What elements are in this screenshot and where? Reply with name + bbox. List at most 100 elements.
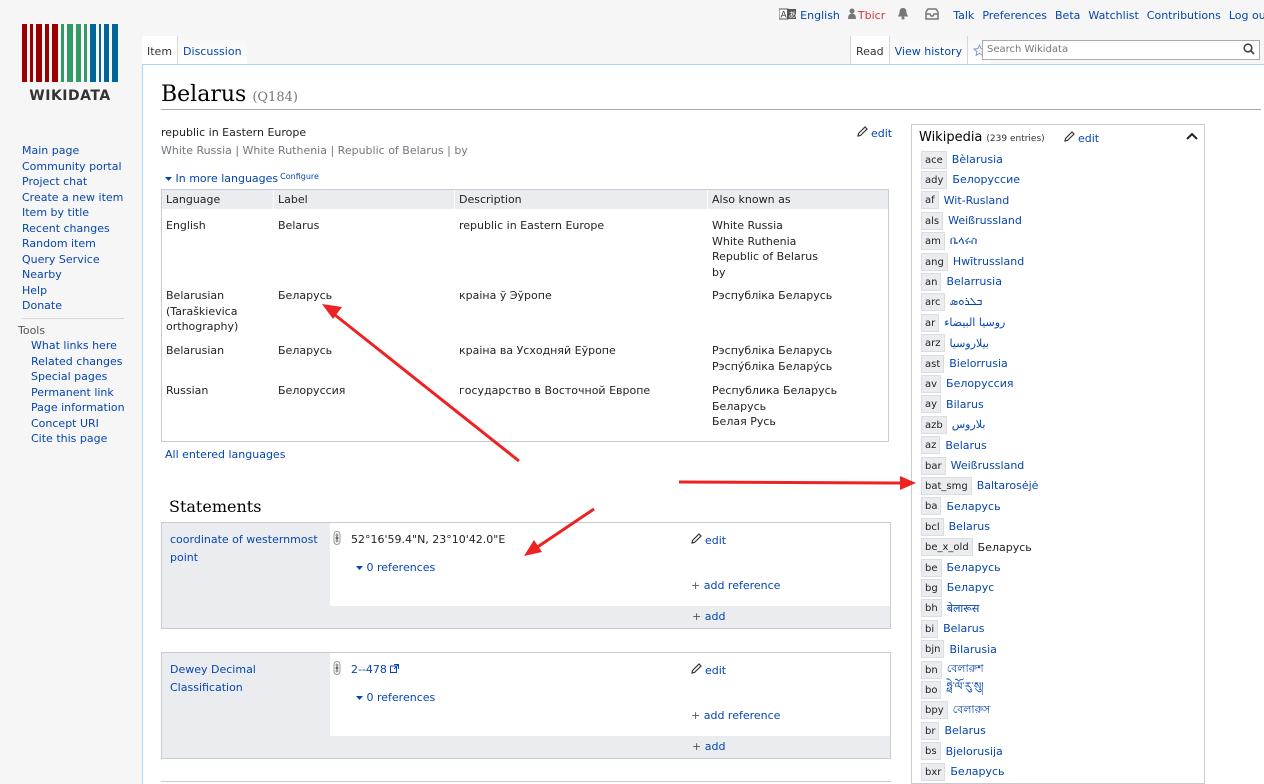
- row-aliases[interactable]: Рэспубліка Беларусь Рэспу́бліка Белару́сь: [712, 343, 887, 374]
- tools-item-what-links-here[interactable]: What links here: [31, 338, 125, 354]
- sidebar-item-main-page[interactable]: Main page: [22, 143, 126, 159]
- row-label[interactable]: Belarus: [278, 218, 453, 234]
- sitelink-title-link[interactable]: Bjelorusija: [946, 745, 1003, 758]
- row-description[interactable]: republic in Eastern Europe: [459, 218, 709, 234]
- row-aliases[interactable]: Рэспубліка Беларусь: [712, 288, 887, 304]
- sidebar-item-project-chat[interactable]: Project chat: [22, 174, 126, 190]
- add-statement-value-button[interactable]: + add: [692, 610, 725, 623]
- language-link[interactable]: English: [800, 9, 840, 22]
- beta-link[interactable]: Beta: [1055, 9, 1080, 22]
- sitelink-title-link[interactable]: Belarus: [949, 520, 990, 533]
- tools-item-concept-uri[interactable]: Concept URI: [31, 416, 125, 432]
- sidebar-item-recent-changes[interactable]: Recent changes: [22, 221, 126, 237]
- rank-selector-icon[interactable]: [333, 531, 341, 545]
- sitelink-title-link[interactable]: Bèlarusia: [952, 153, 1003, 166]
- sidebar-item-donate[interactable]: Donate: [22, 298, 126, 314]
- sitelink-title-link[interactable]: Weißrussland: [951, 459, 1025, 472]
- row-label[interactable]: Белоруссия: [278, 383, 453, 399]
- row-description[interactable]: государство в Восточной Европе: [459, 383, 709, 399]
- tools-item-special-pages[interactable]: Special pages: [31, 369, 125, 385]
- sitelink-title-link[interactable]: Belarus: [945, 439, 986, 452]
- language-icon[interactable]: Aあ: [778, 8, 797, 23]
- sitelinks-heading: Wikipedia (239 entries): [919, 130, 1045, 145]
- search-icon[interactable]: [1243, 43, 1255, 55]
- user-link[interactable]: Tbicr: [858, 9, 885, 22]
- sitelink-title-link[interactable]: Белоруссия: [946, 377, 1013, 390]
- sitelink-title-link[interactable]: Weißrussland: [948, 214, 1022, 227]
- all-entered-languages-link[interactable]: All entered languages: [165, 448, 285, 461]
- row-label[interactable]: Беларусь: [278, 343, 453, 359]
- sitelink-title-link[interactable]: Беларусь: [947, 561, 1001, 574]
- sitelink-title-link[interactable]: बेलारूस: [947, 601, 980, 616]
- references-toggle[interactable]: 0 references: [356, 691, 435, 704]
- add-reference-button[interactable]: + add reference: [691, 709, 780, 722]
- sitelink-title-link[interactable]: Belarus: [944, 724, 985, 737]
- sitelink-title-link[interactable]: ቤላሩስ: [950, 234, 977, 248]
- statement-property-link[interactable]: coordinate of westernmost point: [170, 531, 328, 567]
- row-aliases[interactable]: Республика Беларусь Беларусь Белая Русь: [712, 383, 887, 430]
- sitelink-title-link[interactable]: روسيا البيضاء: [944, 316, 1005, 329]
- sitelink-title-link[interactable]: Беларусь: [950, 765, 1004, 778]
- sidebar-item-item-by-title[interactable]: Item by title: [22, 205, 126, 221]
- tab-read[interactable]: Read: [850, 36, 889, 64]
- tab-item[interactable]: Item: [142, 36, 178, 64]
- collapse-chevron-up-icon[interactable]: [1186, 131, 1198, 141]
- fingerprint-edit-button[interactable]: edit: [857, 126, 892, 140]
- sitelink-title-link[interactable]: Bilarus: [946, 398, 984, 411]
- add-statement-value-button[interactable]: + add: [692, 740, 725, 753]
- row-aliases[interactable]: White Russia White Ruthenia Republic of Be…: [712, 218, 887, 280]
- statement-edit-button[interactable]: edit: [691, 533, 726, 547]
- sitelink-title-link[interactable]: Belarrusia: [946, 275, 1001, 288]
- sidebar-item-community-portal[interactable]: Community portal: [22, 159, 126, 175]
- sidebar-item-help[interactable]: Help: [22, 283, 126, 299]
- preferences-link[interactable]: Preferences: [982, 9, 1047, 22]
- sitelink-title-link[interactable]: Белоруссие: [952, 173, 1020, 186]
- statement-edit-button[interactable]: edit: [691, 663, 726, 677]
- sitelink-item: be Беларусь: [921, 558, 1001, 577]
- sidebar-item-query-service[interactable]: Query Service: [22, 252, 126, 268]
- sitelink-title-link[interactable]: Belarus: [943, 622, 984, 635]
- rank-selector-icon[interactable]: [333, 661, 341, 675]
- tab-discussion[interactable]: Discussion: [177, 36, 247, 64]
- statement-value[interactable]: 52°16'59.4"N, 23°10'42.0"E: [351, 533, 505, 546]
- row-label[interactable]: Беларусь: [278, 288, 453, 304]
- sitelink-title-link[interactable]: Bielorrusia: [949, 357, 1008, 370]
- statement-value[interactable]: 2--478: [351, 663, 400, 676]
- talk-link[interactable]: Talk: [953, 9, 974, 22]
- row-description[interactable]: краіна ва Усходняй Еўропе: [459, 343, 709, 359]
- references-toggle[interactable]: 0 references: [356, 561, 435, 574]
- sitelink-title-link[interactable]: Беларусь: [946, 500, 1000, 513]
- logout-link[interactable]: Log out: [1229, 9, 1264, 22]
- contributions-link[interactable]: Contributions: [1147, 9, 1221, 22]
- search-input[interactable]: Search Wikidata: [982, 40, 1260, 60]
- sitelink-title-link[interactable]: Беларус: [947, 581, 995, 594]
- watchlist-link[interactable]: Watchlist: [1088, 9, 1138, 22]
- wikidata-logo[interactable]: WIKIDATA: [22, 24, 119, 106]
- sitelinks-edit-button[interactable]: edit: [1064, 131, 1099, 145]
- add-reference-button[interactable]: + add reference: [691, 579, 780, 592]
- sidebar-item-create-new-item[interactable]: Create a new item: [22, 190, 126, 206]
- notifications-bell-icon[interactable]: [897, 7, 909, 23]
- tab-view-history[interactable]: View history: [888, 36, 968, 64]
- statement-property-link[interactable]: Dewey Decimal Classification: [170, 661, 328, 697]
- tools-item-related-changes[interactable]: Related changes: [31, 354, 125, 370]
- sitelink-title-link[interactable]: بلاروس: [952, 418, 986, 431]
- row-description[interactable]: краіна ў Эўропе: [459, 288, 709, 304]
- sitelink-title-link[interactable]: Беларусь: [978, 541, 1032, 554]
- tools-item-page-information[interactable]: Page information: [31, 400, 125, 416]
- sitelink-title-link[interactable]: বেলারুস: [953, 701, 991, 720]
- sitelink-title-link[interactable]: Bilarusia: [949, 643, 996, 656]
- sitelink-title-link[interactable]: Baltarosėjė: [977, 479, 1039, 492]
- sitelink-title-link[interactable]: Wit-Rusland: [944, 194, 1010, 207]
- sidebar-item-random-item[interactable]: Random item: [22, 236, 126, 252]
- sidebar-item-nearby[interactable]: Nearby: [22, 267, 126, 283]
- tools-item-cite-this-page[interactable]: Cite this page: [31, 431, 125, 447]
- notifications-tray-icon[interactable]: [925, 7, 939, 23]
- configure-link[interactable]: Configure: [280, 172, 319, 181]
- sitelink-title-link[interactable]: بيلاروسيا: [950, 337, 989, 350]
- tools-item-permanent-link[interactable]: Permanent link: [31, 385, 125, 401]
- more-languages-toggle[interactable]: In more languages Configure: [165, 172, 319, 185]
- sitelink-item: bpy বেলারুস: [921, 701, 990, 720]
- sitelink-title-link[interactable]: Hwītrussland: [953, 255, 1024, 268]
- sitelink-title-link[interactable]: ܒܠܪܘܣ: [950, 295, 983, 309]
